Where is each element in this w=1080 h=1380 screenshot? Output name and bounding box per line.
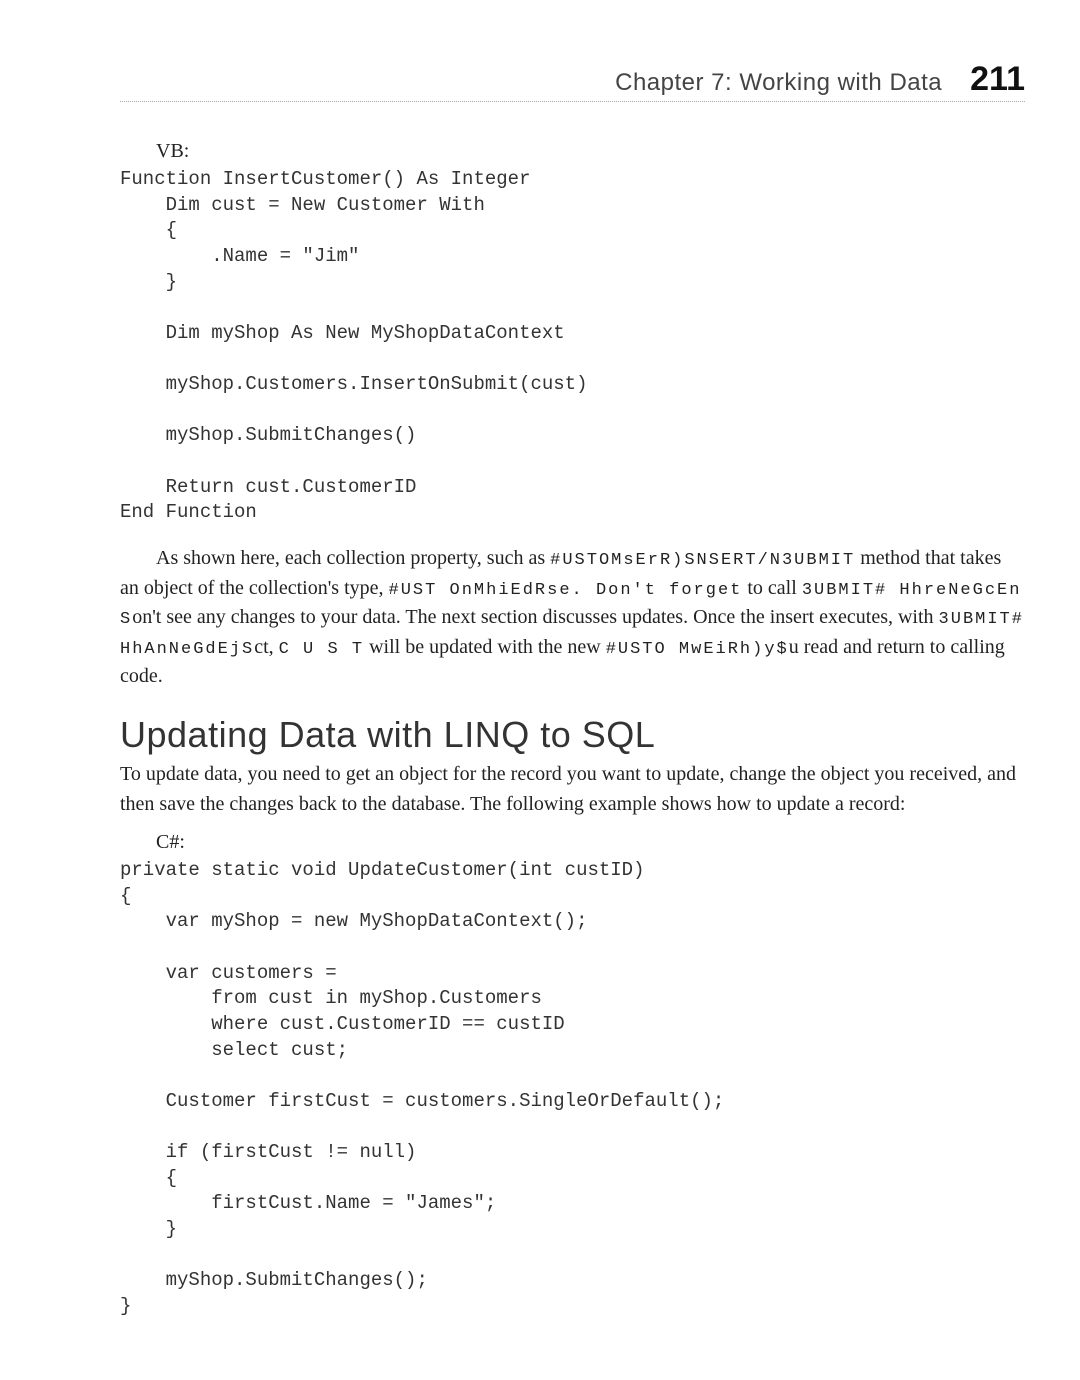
code-cust: C U S T bbox=[279, 640, 364, 659]
code-customer-case: #UST OnMhiEdRse. Don't forget bbox=[389, 581, 743, 600]
para1-e: ct, bbox=[254, 636, 278, 658]
para1-f: will be updated with the new bbox=[364, 636, 606, 658]
section-heading: Updating Data with LINQ to SQL bbox=[120, 714, 1025, 756]
csharp-label: C#: bbox=[156, 831, 1025, 854]
code-customerid-which: #USTO MwEiRh)y$ bbox=[606, 640, 789, 659]
para1-c: to call bbox=[742, 577, 801, 599]
chapter-title: Chapter 7: Working with Data bbox=[615, 69, 942, 97]
csharp-code-block: private static void UpdateCustomer(int c… bbox=[120, 858, 1025, 1320]
explanation-paragraph: As shown here, each collection property,… bbox=[120, 544, 1025, 692]
update-intro-paragraph: To update data, you need to get an objec… bbox=[120, 760, 1025, 819]
para1-a: As shown here, each collection property,… bbox=[156, 547, 550, 569]
vb-label: VB: bbox=[156, 140, 1025, 163]
para1-d: on't see any changes to your data. The n… bbox=[132, 606, 938, 628]
page-number: 211 bbox=[970, 60, 1025, 99]
vb-code-block: Function InsertCustomer() As Integer Dim… bbox=[120, 167, 1025, 526]
page-header: Chapter 7: Working with Data 211 bbox=[120, 60, 1025, 102]
code-customers-insert: #USTOMsErR)SNSERT/N3UBMIT bbox=[550, 551, 855, 570]
